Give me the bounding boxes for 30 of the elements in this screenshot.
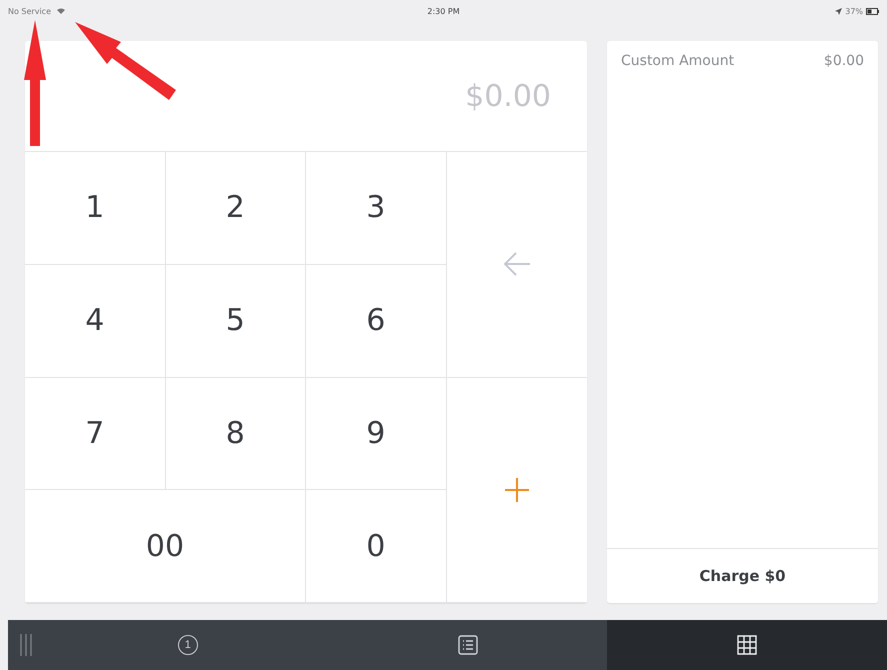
digit-key[interactable]: 6 bbox=[306, 264, 446, 378]
digit-key[interactable]: 1 bbox=[25, 152, 166, 265]
digit-key[interactable]: 4 bbox=[25, 264, 166, 378]
digit-key[interactable]: 00 bbox=[25, 490, 306, 603]
count-badge: 1 bbox=[178, 635, 198, 655]
list-icon bbox=[458, 635, 478, 655]
left-arrow-icon bbox=[502, 252, 531, 276]
digit-key[interactable]: 9 bbox=[306, 378, 446, 490]
backspace-key[interactable] bbox=[446, 152, 587, 378]
digit-key[interactable]: 5 bbox=[166, 264, 306, 378]
digit-key[interactable]: 3 bbox=[306, 152, 446, 265]
digit-key[interactable]: 7 bbox=[25, 378, 166, 490]
battery-text: 37% bbox=[845, 6, 864, 16]
clock-text: 2:30 PM bbox=[427, 6, 460, 16]
digit-key[interactable]: 8 bbox=[166, 378, 306, 490]
location-icon bbox=[835, 8, 842, 14]
charge-button[interactable]: Charge $0 bbox=[607, 548, 878, 603]
grid-icon bbox=[737, 635, 758, 655]
digit-key[interactable]: 2 bbox=[166, 152, 306, 265]
amount-display: $0.00 bbox=[465, 78, 551, 114]
add-key[interactable] bbox=[446, 378, 587, 603]
digit-key[interactable]: 0 bbox=[306, 490, 446, 603]
plus-icon bbox=[504, 478, 529, 502]
item-name: Custom Amount bbox=[621, 53, 734, 69]
wifi-icon bbox=[57, 8, 65, 14]
tab[interactable] bbox=[607, 620, 887, 670]
handle-icon bbox=[20, 634, 32, 656]
battery-icon bbox=[866, 8, 880, 14]
item-price: $0.00 bbox=[824, 53, 864, 69]
carrier-text: No Service bbox=[8, 6, 51, 16]
